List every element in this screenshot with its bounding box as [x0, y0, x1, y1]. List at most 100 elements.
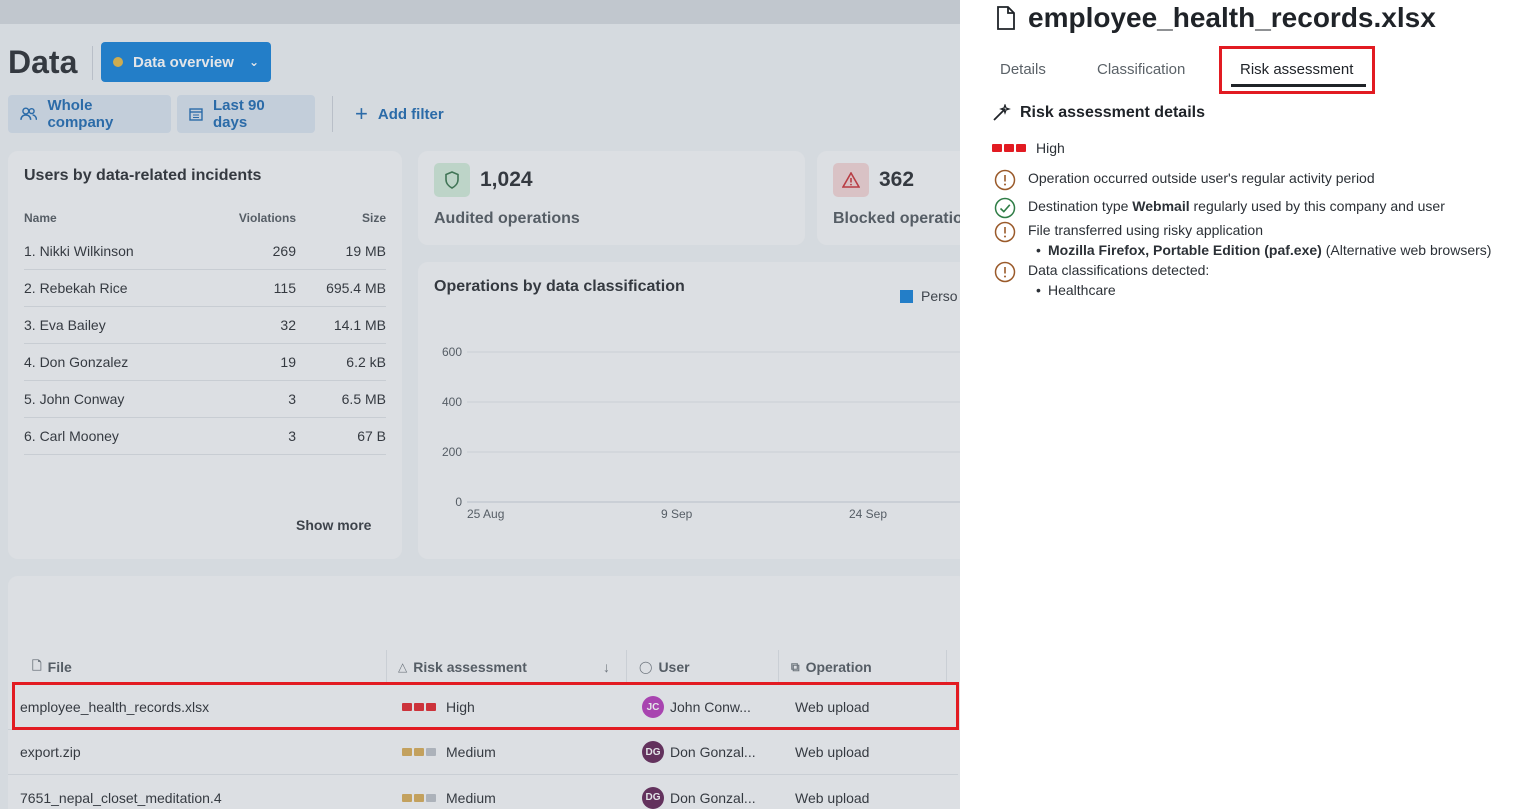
- kpi-value: 362: [879, 168, 915, 191]
- plus-icon: +: [355, 101, 368, 126]
- finding-text: Operation occurred outside user's regula…: [1028, 170, 1375, 186]
- user-name: 3. Eva Bailey: [24, 317, 106, 333]
- finding-sublist: Mozilla Firefox, Portable Edition (paf.e…: [1036, 240, 1532, 260]
- table-row[interactable]: 2. Rebekah Rice 115 695.4 MB: [24, 270, 386, 307]
- table-row[interactable]: 3. Eva Bailey 32 14.1 MB: [24, 307, 386, 344]
- file-icon: 🗋: [32, 658, 42, 673]
- show-more-button[interactable]: Show more: [296, 517, 371, 533]
- user-cell: DG Don Gonzal...: [634, 741, 786, 763]
- copy-icon: ⧉: [791, 659, 800, 674]
- operation-cell: Web upload: [795, 744, 870, 760]
- risk-findings: Operation occurred outside user's regula…: [992, 168, 1532, 300]
- y-tick-label: 600: [442, 345, 462, 359]
- panel-title: employee_health_records.xlsx: [996, 2, 1436, 34]
- app-category: (Alternative web browsers): [1321, 242, 1492, 258]
- header-risk-assessment[interactable]: △ Risk assessment ↓: [387, 650, 627, 684]
- risk-label: Medium: [446, 744, 496, 760]
- finding-subitem: Healthcare: [1036, 280, 1532, 300]
- avatar: DG: [642, 741, 664, 763]
- header-risk-label: Risk assessment: [413, 659, 527, 675]
- y-tick-label: 400: [442, 395, 462, 409]
- header-name: Name: [24, 211, 57, 225]
- finding-item: Data classifications detected: Healthcar…: [992, 260, 1532, 300]
- shield-icon: [445, 171, 459, 189]
- finding-text-post: regularly used by this company and user: [1189, 198, 1445, 214]
- audited-operations-card[interactable]: 1,024 Audited operations: [418, 151, 805, 245]
- table-row[interactable]: 5. John Conway 3 6.5 MB: [24, 381, 386, 418]
- tab-classification[interactable]: Classification: [1097, 52, 1185, 86]
- user-size: 14.1 MB: [333, 317, 386, 333]
- risk-label: Medium: [446, 789, 496, 806]
- operations-chart-card: Operations by data classification Perso …: [418, 262, 978, 559]
- users-icon: [20, 107, 38, 120]
- kpi-value: 1,024: [480, 168, 533, 191]
- add-filter-label: Add filter: [377, 105, 444, 123]
- status-dot-icon: [113, 57, 123, 67]
- table-row[interactable]: 6. Carl Mooney 3 67 B: [24, 418, 386, 455]
- user-name: Don Gonzal...: [670, 744, 756, 760]
- check-circle-icon: [994, 197, 1016, 219]
- user-cell: DG Don Gonzal...: [634, 786, 786, 809]
- user-name: 4. Don Gonzalez: [24, 354, 129, 370]
- file-name-title: employee_health_records.xlsx: [1028, 2, 1436, 33]
- risk-level-bars: [402, 793, 436, 802]
- x-tick-label: 25 Aug: [467, 507, 504, 521]
- user-name: Don Gonzal...: [670, 789, 756, 806]
- finding-text-bold: Webmail: [1132, 198, 1190, 214]
- table-row[interactable]: 4. Don Gonzalez 19 6.2 kB: [24, 344, 386, 381]
- header-violations: Violations: [238, 211, 296, 225]
- risk-level-bars: [402, 748, 436, 756]
- section-header: Risk assessment details: [992, 104, 1205, 122]
- risk-level: High: [992, 140, 1065, 156]
- user-name: 5. John Conway: [24, 391, 125, 407]
- header-user-label: User: [658, 659, 690, 675]
- user-violations: 19: [280, 354, 296, 370]
- finding-text-pre: Destination type: [1028, 198, 1133, 214]
- table-row[interactable]: export.zip Medium DG Don Gonzal... Web u…: [8, 730, 958, 775]
- finding-item: Operation occurred outside user's regula…: [992, 168, 1532, 191]
- users-incidents-card: Users by data-related incidents Name Vio…: [8, 151, 402, 559]
- user-name: 6. Carl Mooney: [24, 428, 119, 444]
- title-divider: [92, 46, 93, 80]
- finding-item: Destination type Webmail regularly used …: [992, 196, 1532, 219]
- warning-icon: [842, 172, 860, 188]
- header-file-label: File: [47, 659, 72, 675]
- tab-details[interactable]: Details: [1000, 52, 1046, 86]
- filter-whole-company[interactable]: Whole company: [8, 95, 171, 133]
- user-size: 695.4 MB: [326, 280, 386, 296]
- file-icon: [997, 6, 1015, 30]
- filter-last-90-days[interactable]: Last 90 days: [177, 95, 315, 133]
- file-name: 7651_nepal_closet_meditation.4: [20, 789, 222, 806]
- y-tick-label: 0: [455, 495, 462, 509]
- finding-text: Data classifications detected:: [1028, 262, 1210, 278]
- kpi-icon-box: [434, 163, 470, 197]
- blocked-operations-card[interactable]: 362 Blocked operatio: [817, 151, 960, 245]
- user-size: 19 MB: [345, 243, 386, 259]
- x-tick-label: 9 Sep: [661, 507, 693, 521]
- files-table-header: 🗋 File △ Risk assessment ↓ ◯ User ⧉ Oper…: [24, 650, 964, 684]
- header-user[interactable]: ◯ User: [627, 650, 779, 684]
- table-row[interactable]: 1. Nikki Wilkinson 269 19 MB: [24, 233, 386, 270]
- file-name: export.zip: [20, 744, 81, 760]
- kpi-label: Audited operations: [434, 210, 580, 227]
- table-row[interactable]: 7651_nepal_closet_meditation.4 Medium DG…: [8, 775, 958, 809]
- calendar-icon: [189, 108, 203, 121]
- filter-label: Whole company: [47, 97, 114, 131]
- chart-canvas: 600 400 200 0 25 Aug 9 Sep 24 Sep: [442, 345, 978, 521]
- header-file[interactable]: 🗋 File: [24, 650, 387, 684]
- user-name: 2. Rebekah Rice: [24, 280, 128, 296]
- filter-divider: [332, 96, 333, 132]
- operation-cell: Web upload: [795, 789, 870, 806]
- section-title: Risk assessment details: [1020, 104, 1205, 121]
- y-tick-label: 200: [442, 445, 462, 459]
- header-operation[interactable]: ⧉ Operation: [779, 650, 947, 684]
- user-violations: 32: [280, 317, 296, 333]
- risk-cell: Medium: [394, 790, 634, 806]
- user-size: 6.5 MB: [341, 391, 386, 407]
- card-title: Users by data-related incidents: [24, 167, 262, 184]
- add-filter-button[interactable]: + Add filter: [355, 95, 444, 133]
- data-overview-dropdown[interactable]: Data overview ⌄: [101, 42, 271, 82]
- finding-item: File transferred using risky application…: [992, 220, 1532, 260]
- user-size: 6.2 kB: [346, 354, 386, 370]
- file-details-panel: employee_health_records.xlsx Details Cla…: [960, 0, 1538, 809]
